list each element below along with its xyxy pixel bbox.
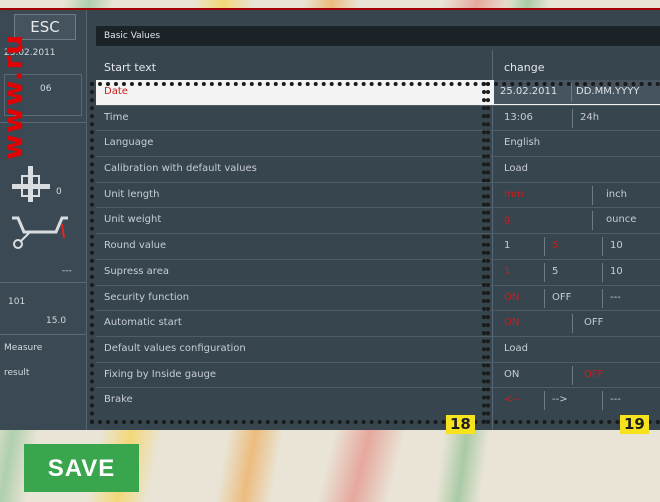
- column-header-setting: Start text: [104, 61, 157, 74]
- status-dashes: ---: [62, 266, 72, 276]
- column-header-change: change: [504, 61, 545, 74]
- callout-frame-options: [486, 82, 660, 424]
- watermark: www.ru: [0, 33, 29, 160]
- wheel-balancer-icon: [12, 166, 50, 202]
- divider: [0, 334, 86, 335]
- measure-value-b: 15.0: [46, 316, 67, 326]
- callout-tag-18: 18: [446, 415, 475, 434]
- callout-frame-settings: [90, 82, 486, 424]
- current-time: 06: [40, 84, 52, 94]
- measure-label: Measure: [4, 343, 43, 353]
- divider: [0, 282, 86, 283]
- save-button[interactable]: SAVE: [24, 444, 139, 492]
- balance-value: 0: [56, 187, 62, 197]
- rim-profile-icon: [12, 216, 68, 249]
- callout-tag-19: 19: [620, 415, 649, 434]
- page-title: Basic Values: [96, 26, 660, 46]
- result-label: result: [4, 368, 30, 378]
- measure-value-a: 101: [8, 297, 26, 307]
